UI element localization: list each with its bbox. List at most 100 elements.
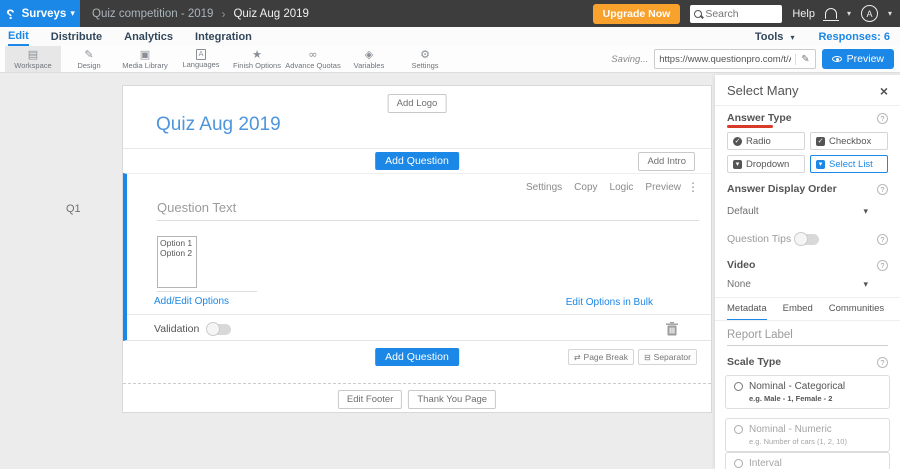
answer-type-row: Answer Type ? [727,112,888,124]
survey-title[interactable]: Quiz Aug 2019 [156,114,281,136]
answer-display-order-label: Answer Display Order [727,183,837,195]
responses-count[interactable]: Responses: 6 [818,31,890,43]
answer-type-select-list[interactable]: ▾ Select List [810,155,888,173]
add-logo-button[interactable]: Add Logo [387,94,447,113]
divider [123,148,711,149]
answer-type-dropdown[interactable]: ▾ Dropdown [727,155,805,173]
edit-url-pencil-icon[interactable]: ✎ [795,53,814,65]
toggle-knob [206,321,221,336]
avatar[interactable]: A [860,5,878,22]
report-label-input[interactable]: Report Label [727,329,888,346]
navrow-right: Tools ▾ Responses: 6 [755,31,890,43]
divider [127,314,711,315]
scale-type-help-icon[interactable]: ? [877,356,888,368]
question-tips-help-icon[interactable]: ? [876,233,888,245]
question-actions: Settings Copy Logic Preview [526,182,681,193]
question-text-placeholder[interactable]: Question Text [157,200,236,215]
question-preview-action[interactable]: Preview [645,182,681,193]
answer-type-label: Radio [746,135,771,147]
thank-you-page-button[interactable]: Thank You Page [408,390,497,409]
toggle-knob [793,231,808,246]
add-question-bottom-button[interactable]: Add Question [375,348,459,366]
option-item[interactable]: Option 1 [160,238,194,248]
question-copy-action[interactable]: Copy [574,182,597,193]
question-tips-toggle[interactable] [793,231,819,246]
search-input[interactable] [705,7,776,20]
tools-menu[interactable]: Tools ▾ [755,31,795,43]
help-link[interactable]: Help [792,8,815,20]
main-area: Q1 Add Logo Quiz Aug 2019 Add Question A… [0,73,900,469]
tab-metadata[interactable]: Metadata [727,303,767,321]
chevron-down-icon: ▾ [863,279,868,289]
checkbox-icon: ✓ [816,136,825,146]
add-edit-options-link[interactable]: Add/Edit Options [154,296,229,307]
breadcrumb-parent[interactable]: Quiz competition - 2019 [92,8,213,20]
scale-option-example: e.g. Number of cars (1, 2, 10) [749,437,847,446]
tools-label: Tools [754,30,784,43]
scale-option-interval[interactable]: Interval [725,452,890,469]
preview-button[interactable]: Preview [821,49,894,69]
edit-options-in-bulk-link[interactable]: Edit Options in Bulk [566,297,653,308]
validation-label: Validation [154,323,200,335]
toolbar-item-languages[interactable]: A Languages [173,46,229,72]
video-select[interactable]: None ▾ [727,279,868,290]
breadcrumb-separator-icon: › [221,6,226,21]
dropdown-icon: ▾ [733,159,742,169]
answer-type-help-icon[interactable]: ? [877,112,888,124]
tab-edit[interactable]: Edit [8,28,29,46]
answer-type-radio[interactable]: ✓ Radio [727,132,805,150]
video-help-icon[interactable]: ? [877,259,888,271]
question-settings-action[interactable]: Settings [526,182,562,193]
scale-option-nominal-numeric[interactable]: Nominal - Numeric e.g. Number of cars (1… [725,418,890,452]
toolbar-item-advance-quotas[interactable]: ∞ Advance Quotas [285,46,341,72]
settings-gear-icon: ⚙ [420,47,430,61]
notifications-bell-icon[interactable] [822,8,839,21]
tab-analytics[interactable]: Analytics [124,29,173,45]
select-list-icon: ▾ [816,159,825,169]
separator-icon: ⊟ [643,352,651,362]
toolbar-item-variables[interactable]: ◈ Variables [341,46,397,72]
radio-icon [734,459,743,468]
toolbar-item-finish-options[interactable]: ★ Finish Options [229,46,285,72]
tab-communities[interactable]: Communities [829,303,884,321]
tab-integration[interactable]: Integration [195,29,252,45]
upgrade-now-button[interactable]: Upgrade Now [592,3,681,24]
survey-url-input[interactable] [655,53,796,65]
add-question-top-button[interactable]: Add Question [375,152,459,170]
page-break-button[interactable]: ⇄ Page Break [567,349,634,365]
answer-display-order-help-icon[interactable]: ? [877,183,888,195]
toolbar-item-settings[interactable]: ⚙ Settings [397,46,453,72]
toolbar-label: Advance Quotas [285,60,341,70]
edit-footer-button[interactable]: Edit Footer [337,390,403,409]
answer-type-checkbox[interactable]: ✓ Checkbox [810,132,888,150]
answer-type-label: Checkbox [829,135,872,147]
question-logic-action[interactable]: Logic [610,182,634,193]
notifications-caret-icon[interactable]: ▾ [847,9,851,18]
radio-icon: ✓ [733,136,742,146]
surveys-menu[interactable]: ? Surveys ▾ [0,0,80,27]
select-list-preview[interactable]: Option 1 Option 2 [157,236,197,288]
tab-distribute[interactable]: Distribute [51,29,102,45]
selected-value: None [727,279,751,290]
toolbar-label: Workspace [14,60,52,70]
tab-embed[interactable]: Embed [783,303,813,321]
toolbar-item-workspace[interactable]: ▤ Workspace [5,46,61,72]
scale-option-nominal-categorical[interactable]: Nominal - Categorical e.g. Male - 1, Fem… [725,375,890,409]
eye-icon [831,56,842,62]
toolbar-item-design[interactable]: ✎ Design [61,46,117,72]
question-more-menu-icon[interactable]: ⋮ [687,180,699,194]
validation-toggle[interactable] [206,321,232,336]
finish-options-wand-icon: ★ [252,47,262,61]
option-item[interactable]: Option 2 [160,248,194,258]
answer-display-order-select[interactable]: Default ▾ [727,206,868,217]
video-label: Video [727,259,756,271]
close-icon[interactable]: × [880,84,888,98]
add-intro-button[interactable]: Add Intro [638,152,695,171]
toolbar-item-media-library[interactable]: ▣ Media Library [117,46,173,72]
separator-label: Separator [653,352,691,362]
separator-button[interactable]: ⊟ Separator [637,349,697,365]
account-caret-icon[interactable]: ▾ [888,9,892,18]
validation-row: Validation [154,321,232,336]
question-card: Settings Copy Logic Preview ⋮ Question T… [123,173,711,341]
delete-question-trash-icon[interactable] [666,322,678,341]
